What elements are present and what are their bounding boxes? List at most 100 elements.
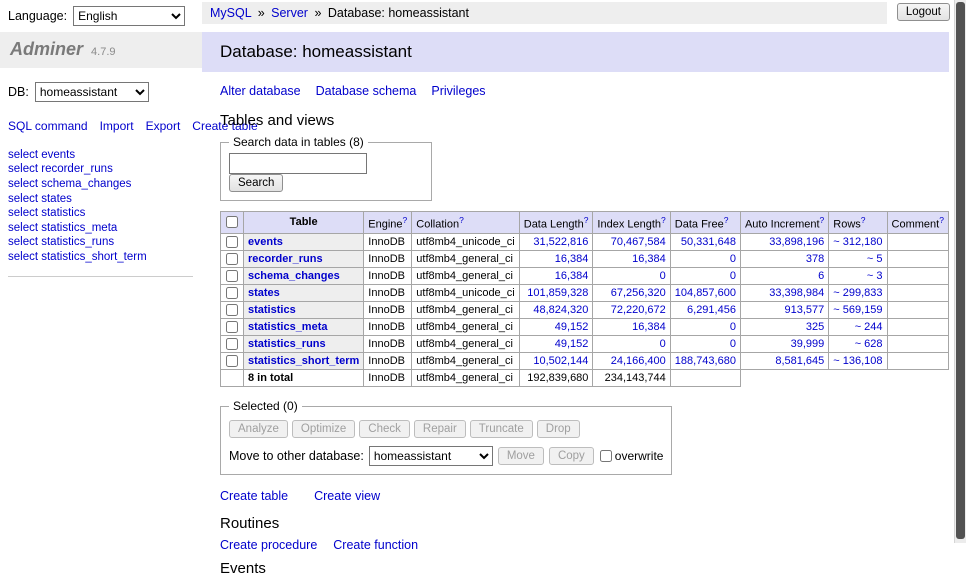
auto-increment-link[interactable]: 378 bbox=[806, 253, 824, 265]
index-length-link[interactable]: 70,467,584 bbox=[611, 236, 666, 248]
index-length-link[interactable]: 16,384 bbox=[632, 321, 666, 333]
data-free-link[interactable]: 6,291,456 bbox=[687, 304, 736, 316]
data-free-link[interactable]: 188,743,680 bbox=[675, 355, 736, 367]
table-name-link[interactable]: recorder_runs bbox=[248, 253, 323, 265]
optimize-button[interactable]: Optimize bbox=[292, 420, 355, 438]
help-link[interactable]: ? bbox=[939, 215, 944, 225]
check-button[interactable]: Check bbox=[359, 420, 410, 438]
rows-link[interactable]: ~ 244 bbox=[855, 321, 883, 333]
truncate-button[interactable]: Truncate bbox=[470, 420, 533, 438]
row-checkbox[interactable] bbox=[226, 321, 238, 333]
data-length-link[interactable]: 16,384 bbox=[555, 270, 589, 282]
row-checkbox[interactable] bbox=[226, 270, 238, 282]
sidebar-select-recorder-runs-link[interactable]: select recorder_runs bbox=[8, 163, 113, 175]
privileges-link[interactable]: Privileges bbox=[431, 84, 485, 98]
search-input[interactable] bbox=[229, 153, 367, 174]
adminer-logo-link[interactable]: Adminer bbox=[10, 39, 83, 59]
help-link[interactable]: ? bbox=[820, 215, 825, 225]
breadcrumb-server-link[interactable]: Server bbox=[271, 6, 308, 20]
data-length-link[interactable]: 49,152 bbox=[555, 321, 589, 333]
table-name-link[interactable]: statistics_short_term bbox=[248, 355, 359, 367]
sidebar-select-statistics-runs-link[interactable]: select statistics_runs bbox=[8, 236, 114, 248]
table-name-link[interactable]: statistics_runs bbox=[248, 338, 326, 350]
move-db-select[interactable]: homeassistant bbox=[369, 446, 493, 466]
table-name-link[interactable]: events bbox=[248, 236, 283, 248]
help-link[interactable]: ? bbox=[403, 215, 408, 225]
rows-link[interactable]: ~ 628 bbox=[855, 338, 883, 350]
help-link[interactable]: ? bbox=[584, 215, 589, 225]
index-length-link[interactable]: 24,166,400 bbox=[611, 355, 666, 367]
data-free-link[interactable]: 104,857,600 bbox=[675, 287, 736, 299]
index-length-link[interactable]: 16,384 bbox=[632, 253, 666, 265]
data-free-link[interactable]: 0 bbox=[730, 321, 736, 333]
rows-link[interactable]: ~ 569,159 bbox=[833, 304, 882, 316]
auto-increment-link[interactable]: 6 bbox=[818, 270, 824, 282]
move-button[interactable]: Move bbox=[498, 447, 544, 465]
table-name-link[interactable]: statistics bbox=[248, 304, 296, 316]
row-checkbox[interactable] bbox=[226, 253, 238, 265]
data-length-link[interactable]: 48,824,320 bbox=[533, 304, 588, 316]
table-name-link[interactable]: statistics_meta bbox=[248, 321, 328, 333]
scrollbar-thumb[interactable] bbox=[956, 2, 965, 539]
search-button[interactable]: Search bbox=[229, 174, 283, 192]
analyze-button[interactable]: Analyze bbox=[229, 420, 288, 438]
select-all-checkbox[interactable] bbox=[226, 216, 238, 228]
create-table-link[interactable]: Create table bbox=[220, 489, 288, 503]
db-select[interactable]: homeassistant bbox=[35, 82, 149, 102]
sidebar-link-sql-command[interactable]: SQL command bbox=[8, 119, 88, 133]
create-view-link[interactable]: Create view bbox=[314, 489, 380, 503]
sidebar-select-states-link[interactable]: select states bbox=[8, 193, 72, 205]
row-checkbox[interactable] bbox=[226, 236, 238, 248]
sidebar-select-schema-changes-link[interactable]: select schema_changes bbox=[8, 178, 131, 190]
auto-increment-link[interactable]: 325 bbox=[806, 321, 824, 333]
rows-link[interactable]: ~ 5 bbox=[867, 253, 883, 265]
table-name-link[interactable]: schema_changes bbox=[248, 270, 340, 282]
sidebar-link-export[interactable]: Export bbox=[146, 119, 181, 133]
create-procedure-link[interactable]: Create procedure bbox=[220, 538, 317, 552]
rows-link[interactable]: ~ 136,108 bbox=[833, 355, 882, 367]
help-link[interactable]: ? bbox=[861, 215, 866, 225]
table-name-link[interactable]: states bbox=[248, 287, 280, 299]
row-checkbox[interactable] bbox=[226, 287, 238, 299]
index-length-link[interactable]: 0 bbox=[660, 270, 666, 282]
sidebar-select-statistics-link[interactable]: select statistics bbox=[8, 207, 85, 219]
data-free-link[interactable]: 50,331,648 bbox=[681, 236, 736, 248]
sidebar-select-statistics-meta-link[interactable]: select statistics_meta bbox=[8, 222, 117, 234]
auto-increment-link[interactable]: 8,581,645 bbox=[775, 355, 824, 367]
drop-button[interactable]: Drop bbox=[537, 420, 580, 438]
row-checkbox[interactable] bbox=[226, 304, 238, 316]
auto-increment-link[interactable]: 39,999 bbox=[791, 338, 825, 350]
data-free-link[interactable]: 0 bbox=[730, 338, 736, 350]
index-length-link[interactable]: 72,220,672 bbox=[611, 304, 666, 316]
overwrite-option[interactable]: overwrite bbox=[599, 449, 664, 463]
row-checkbox[interactable] bbox=[226, 338, 238, 350]
breadcrumb-mysql-link[interactable]: MySQL bbox=[210, 6, 251, 20]
data-length-link[interactable]: 31,522,816 bbox=[533, 236, 588, 248]
auto-increment-link[interactable]: 33,898,196 bbox=[769, 236, 824, 248]
database-schema-link[interactable]: Database schema bbox=[316, 84, 417, 98]
help-link[interactable]: ? bbox=[459, 215, 464, 225]
data-free-link[interactable]: 0 bbox=[730, 270, 736, 282]
index-length-link[interactable]: 0 bbox=[660, 338, 666, 350]
sidebar-link-import[interactable]: Import bbox=[100, 119, 134, 133]
auto-increment-link[interactable]: 33,398,984 bbox=[769, 287, 824, 299]
data-length-link[interactable]: 101,859,328 bbox=[527, 287, 588, 299]
data-length-link[interactable]: 49,152 bbox=[555, 338, 589, 350]
sidebar-select-events-link[interactable]: select events bbox=[8, 149, 75, 161]
copy-button[interactable]: Copy bbox=[549, 447, 594, 465]
help-link[interactable]: ? bbox=[724, 215, 729, 225]
repair-button[interactable]: Repair bbox=[414, 420, 466, 438]
rows-link[interactable]: ~ 312,180 bbox=[833, 236, 882, 248]
auto-increment-link[interactable]: 913,577 bbox=[785, 304, 825, 316]
overwrite-checkbox[interactable] bbox=[600, 450, 612, 462]
index-length-link[interactable]: 67,256,320 bbox=[611, 287, 666, 299]
data-free-link[interactable]: 0 bbox=[730, 253, 736, 265]
help-link[interactable]: ? bbox=[661, 215, 666, 225]
rows-link[interactable]: ~ 3 bbox=[867, 270, 883, 282]
language-select[interactable]: English bbox=[73, 6, 185, 26]
row-checkbox[interactable] bbox=[226, 355, 238, 367]
rows-link[interactable]: ~ 299,833 bbox=[833, 287, 882, 299]
alter-database-link[interactable]: Alter database bbox=[220, 84, 301, 98]
create-function-link[interactable]: Create function bbox=[333, 538, 418, 552]
data-length-link[interactable]: 10,502,144 bbox=[533, 355, 588, 367]
